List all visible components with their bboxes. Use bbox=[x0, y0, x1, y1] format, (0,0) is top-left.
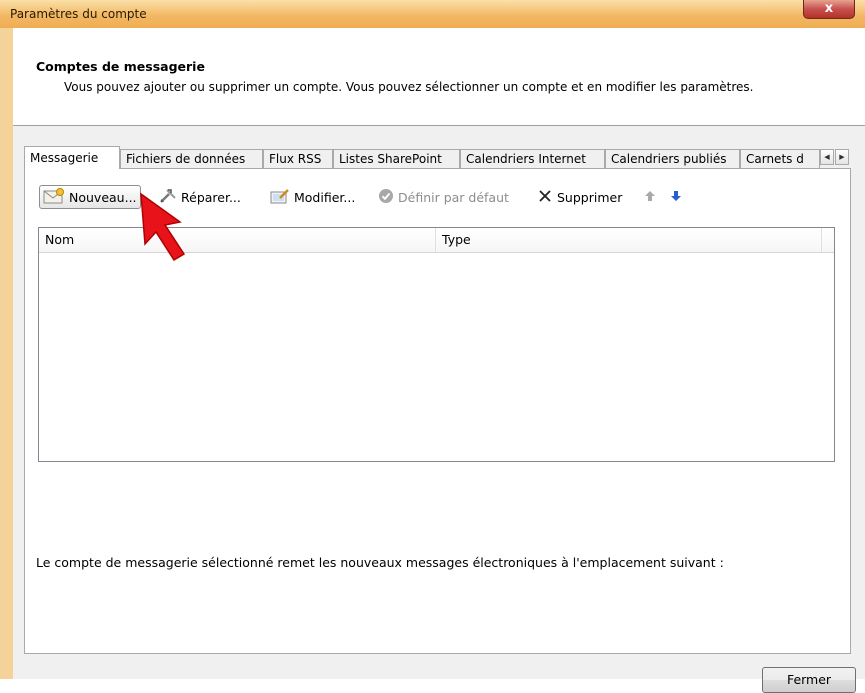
window-close-button[interactable]: x bbox=[803, 0, 855, 19]
move-up-button[interactable] bbox=[644, 185, 660, 209]
delete-button[interactable]: Supprimer bbox=[537, 185, 622, 209]
new-account-button[interactable]: Nouveau... bbox=[39, 185, 141, 209]
window-title: Paramètres du compte bbox=[10, 7, 147, 21]
account-settings-window: Paramètres du compte x Comptes de messag… bbox=[0, 0, 865, 693]
red-pointer-arrow-icon bbox=[140, 192, 186, 262]
modify-account-icon bbox=[270, 188, 290, 207]
new-account-label: Nouveau... bbox=[69, 189, 137, 205]
checkmark-circle-icon bbox=[378, 188, 394, 207]
delivery-location-text: Le compte de messagerie sélectionné reme… bbox=[36, 555, 724, 570]
header-description: Vous pouvez ajouter ou supprimer un comp… bbox=[64, 80, 754, 94]
tab-calendriers-internet[interactable]: Calendriers Internet bbox=[460, 149, 605, 168]
column-header-type[interactable]: Type bbox=[436, 228, 822, 252]
header-title: Comptes de messagerie bbox=[36, 59, 205, 74]
tab-strip: Messagerie Fichiers de données Flux RSS … bbox=[24, 146, 850, 169]
arrow-up-icon bbox=[644, 189, 656, 206]
dialog-client-area: Comptes de messagerie Vous pouvez ajoute… bbox=[13, 28, 865, 693]
column-header-nom[interactable]: Nom bbox=[39, 228, 436, 252]
new-mail-icon bbox=[43, 187, 65, 207]
header-area: Comptes de messagerie Vous pouvez ajoute… bbox=[13, 28, 865, 126]
close-button[interactable]: Fermer bbox=[762, 667, 856, 693]
delete-x-icon bbox=[537, 188, 553, 207]
modify-label: Modifier... bbox=[294, 189, 356, 205]
tab-carnets[interactable]: Carnets d bbox=[740, 149, 820, 168]
tab-flux-rss[interactable]: Flux RSS bbox=[263, 149, 333, 168]
tab-fichiers-de-donnees[interactable]: Fichiers de données bbox=[120, 149, 263, 168]
modify-button[interactable]: Modifier... bbox=[270, 185, 355, 209]
set-default-label: Définir par défaut bbox=[398, 189, 509, 205]
arrow-down-icon bbox=[670, 189, 682, 206]
move-down-button[interactable] bbox=[670, 185, 686, 209]
set-default-button[interactable]: Définir par défaut bbox=[378, 185, 509, 209]
tab-scroll-left-icon[interactable]: ◀ bbox=[820, 149, 834, 165]
tab-listes-sharepoint[interactable]: Listes SharePoint bbox=[333, 149, 460, 168]
tab-calendriers-publies[interactable]: Calendriers publiés bbox=[605, 149, 740, 168]
delete-label: Supprimer bbox=[557, 189, 623, 205]
tab-messagerie[interactable]: Messagerie bbox=[24, 146, 120, 169]
tab-scroll-right-icon[interactable]: ▶ bbox=[835, 149, 849, 165]
title-bar[interactable]: Paramètres du compte x bbox=[0, 0, 865, 28]
